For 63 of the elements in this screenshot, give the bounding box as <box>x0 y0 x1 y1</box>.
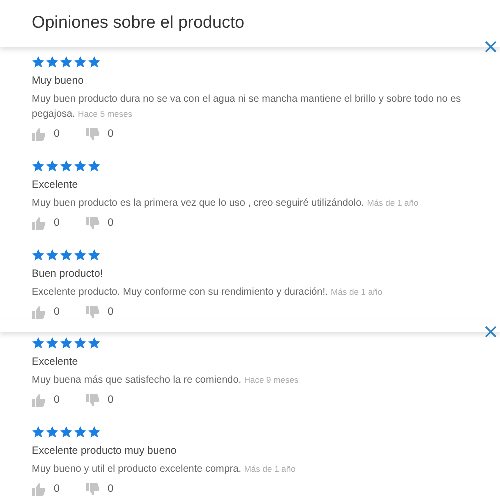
thumbs-up-icon[interactable] <box>32 306 46 318</box>
star-icon <box>74 160 87 172</box>
review-title: Muy bueno <box>32 74 85 88</box>
like-count: 0 <box>54 128 60 140</box>
star-icon <box>60 426 73 438</box>
star-icon <box>46 56 59 68</box>
dislike-count: 0 <box>108 128 114 140</box>
star-icon <box>60 160 73 172</box>
star-icon <box>88 249 101 261</box>
review-date: Hace 5 meses <box>78 109 132 119</box>
thumbs-down-icon[interactable] <box>86 394 100 406</box>
star-icon <box>74 56 87 68</box>
like-count: 0 <box>54 483 60 495</box>
star-icon <box>46 249 59 261</box>
review-title: Excelente <box>32 178 80 192</box>
review-text: Muy bueno y util el producto excelente compra. Más de 1 año <box>32 463 297 477</box>
star-icon <box>60 337 73 349</box>
review-title: Excelente producto muy bueno <box>32 444 178 458</box>
star-icon <box>74 426 87 438</box>
review-text: Excelente producto. Muy conforme con su rendimiento y duración!. Más de 1 año <box>32 286 384 300</box>
dislike-count: 0 <box>108 483 114 495</box>
thumbs-up-icon[interactable] <box>32 128 46 140</box>
review-date: Hace 9 meses <box>244 375 299 385</box>
review-title: Excelente <box>32 355 80 369</box>
star-icon <box>60 56 73 68</box>
star-icon <box>46 426 59 438</box>
star-icon <box>46 337 59 349</box>
star-icon <box>32 56 45 68</box>
star-icon <box>74 249 87 261</box>
star-icon <box>88 160 101 172</box>
star-icon <box>32 426 45 438</box>
star-icon <box>88 337 101 349</box>
review-title: Buen producto! <box>32 267 104 281</box>
like-count: 0 <box>54 394 60 406</box>
thumbs-up-icon[interactable] <box>32 482 46 496</box>
close-icon[interactable] <box>485 326 497 338</box>
star-icon <box>74 337 87 349</box>
dislike-count: 0 <box>108 306 114 318</box>
star-icon <box>32 249 45 261</box>
star-icon <box>32 160 45 172</box>
thumbs-up-icon[interactable] <box>32 394 46 406</box>
thumbs-down-icon[interactable] <box>86 306 100 318</box>
review-text: Muy buena más que satisfecho la re comiendo. Hace 9 meses <box>32 374 300 388</box>
star-icon <box>32 337 45 349</box>
star-icon <box>88 56 101 68</box>
like-count: 0 <box>54 306 60 318</box>
thumbs-down-icon[interactable] <box>86 216 100 230</box>
review-text: Muy buen producto dura no se va con el agua ni se mancha mantiene el brillo y sobre todo no es pegajosa. Hace 5 meses <box>32 93 462 122</box>
thumbs-down-icon[interactable] <box>86 482 100 496</box>
thumbs-down-icon[interactable] <box>86 128 100 140</box>
like-count: 0 <box>54 217 60 229</box>
star-icon <box>46 160 59 172</box>
close-icon[interactable] <box>485 41 497 53</box>
star-icon <box>88 426 101 438</box>
star-icon <box>60 249 73 261</box>
review-date: Más de 1 año <box>331 287 383 297</box>
review-date: Más de 1 año <box>367 198 419 208</box>
review-text: Muy buen producto es la primera vez que lo uso , creo seguiré utilizándolo. Más de 1 año <box>32 197 420 211</box>
dislike-count: 0 <box>108 394 114 406</box>
dislike-count: 0 <box>108 217 114 229</box>
panel-title: Opiniones sobre el producto <box>32 13 246 33</box>
review-date: Más de 1 año <box>244 464 296 474</box>
thumbs-up-icon[interactable] <box>32 216 46 230</box>
